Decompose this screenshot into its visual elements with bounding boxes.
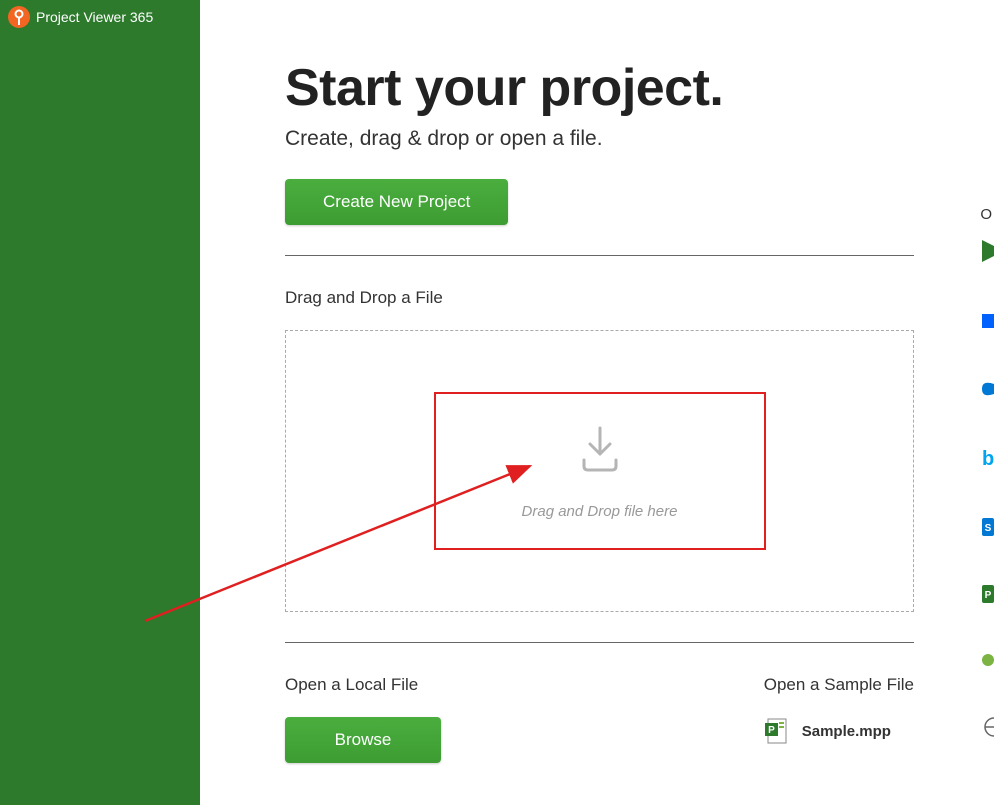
divider <box>285 642 914 643</box>
create-new-project-button[interactable]: Create New Project <box>285 179 508 225</box>
cloud-provider-icon[interactable] <box>982 652 994 673</box>
open-local-label: Open a Local File <box>285 675 441 695</box>
sample-file-name: Sample.mpp <box>802 723 891 740</box>
open-local-section: Open a Local File Browse <box>285 675 441 763</box>
drag-drop-section-label: Drag and Drop a File <box>285 288 914 308</box>
dropzone-text: Drag and Drop file here <box>522 503 678 520</box>
page-title: Start your project. <box>285 60 914 117</box>
svg-text:P: P <box>768 725 775 736</box>
main-content: Start your project. Create, drag & drop … <box>200 0 994 805</box>
cloud-provider-icon[interactable] <box>982 717 994 742</box>
app-title: Project Viewer 365 <box>36 9 153 25</box>
cloud-provider-icon[interactable] <box>982 240 994 267</box>
download-icon <box>572 422 628 483</box>
svg-text:b: b <box>982 448 994 469</box>
cloud-provider-icon[interactable]: P <box>982 585 994 608</box>
browse-button[interactable]: Browse <box>285 717 441 763</box>
mpp-file-icon: P <box>764 717 788 745</box>
app-logo-icon <box>8 6 30 28</box>
cloud-provider-icon[interactable]: b <box>982 447 994 474</box>
cloud-provider-icon[interactable] <box>982 311 994 336</box>
open-sample-label: Open a Sample File <box>764 675 914 695</box>
sidebar: Project Viewer 365 <box>0 0 200 805</box>
open-sample-section: Open a Sample File P Sample.mpp <box>764 675 914 763</box>
svg-text:S: S <box>985 523 992 534</box>
bottom-row: Open a Local File Browse Open a Sample F… <box>285 675 914 763</box>
cloud-provider-icon[interactable] <box>982 380 994 403</box>
cloud-provider-icon[interactable]: S <box>982 518 994 541</box>
divider <box>285 255 914 256</box>
svg-text:P: P <box>985 590 992 601</box>
page-subtitle: Create, drag & drop or open a file. <box>285 127 914 151</box>
cloud-providers-strip: b S P <box>980 200 994 800</box>
app-header: Project Viewer 365 <box>0 0 200 34</box>
sample-file-item[interactable]: P Sample.mpp <box>764 717 914 745</box>
dropzone[interactable]: Drag and Drop file here <box>285 330 914 612</box>
